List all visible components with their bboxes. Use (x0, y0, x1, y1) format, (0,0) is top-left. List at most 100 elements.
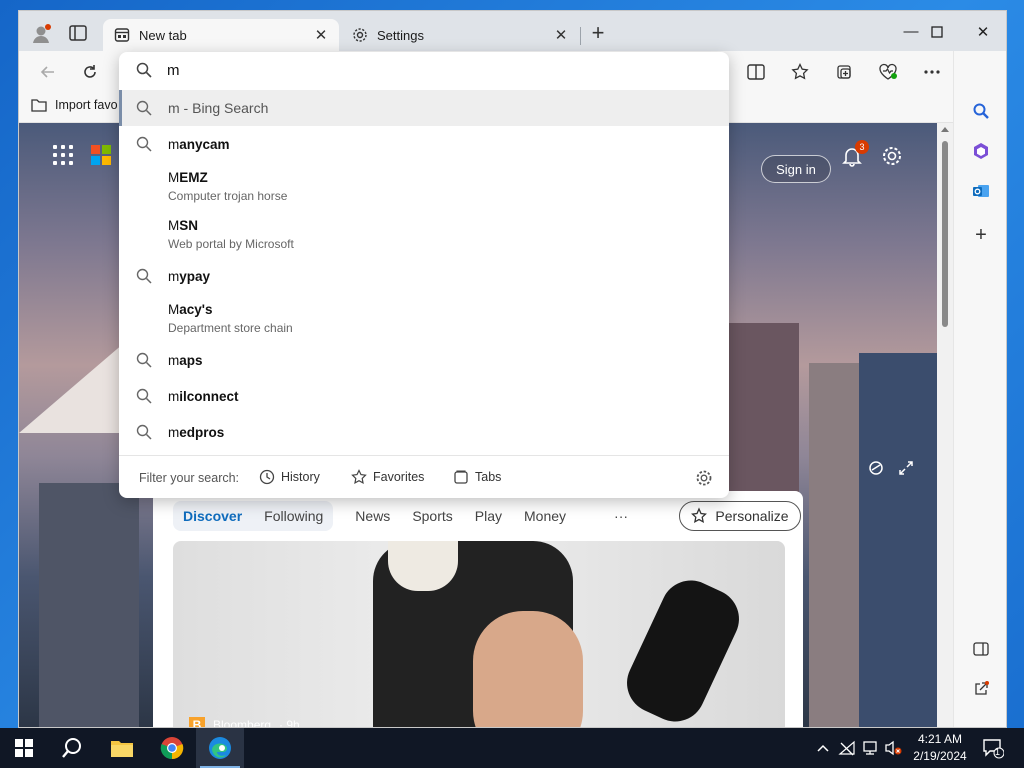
scroll-thumb[interactable] (942, 141, 948, 327)
feed-more-button[interactable]: ··· (614, 508, 628, 524)
close-window-button[interactable]: ✕ (971, 23, 995, 43)
background-image-tools (867, 459, 917, 479)
action-center-notifications-icon[interactable]: 1 (982, 737, 1005, 759)
suggestion-label: MSN (168, 218, 199, 233)
browser-essentials-icon[interactable] (877, 61, 899, 83)
taskbar-clock[interactable]: 4:21 AM 2/19/2024 (906, 731, 974, 765)
favorites-star-icon (351, 469, 367, 485)
visual-search-icon[interactable] (867, 459, 885, 477)
page-scrollbar[interactable] (937, 123, 953, 727)
chrome-button[interactable] (148, 728, 196, 768)
address-input[interactable] (167, 58, 707, 82)
feed-link-play[interactable]: Play (475, 508, 502, 524)
suggestion-item[interactable]: manycam (119, 126, 729, 162)
expand-icon[interactable] (897, 459, 915, 477)
tab-close-icon[interactable]: ✕ (553, 26, 569, 44)
edge-button[interactable] (196, 728, 244, 768)
personalize-label: Personalize (715, 508, 789, 524)
edge-sidebar: + (953, 51, 1006, 727)
suggestion-description: Department store chain (168, 321, 293, 335)
suggestion-label: milconnect (168, 389, 239, 404)
filter-history[interactable]: History (259, 469, 320, 485)
collections-icon[interactable] (833, 61, 855, 83)
feed-navigation: Discover Following News Sports Play Mone… (173, 501, 628, 531)
article-card[interactable]: B Bloomberg · 9h (173, 541, 785, 728)
suggestion-label: mypay (168, 269, 211, 284)
network-monitor-icon[interactable] (862, 738, 880, 758)
suggestion-entity[interactable]: MSN Web portal by Microsoft (119, 210, 729, 258)
new-tab-button[interactable]: + (587, 22, 609, 46)
filter-favorites[interactable]: Favorites (351, 469, 424, 485)
article-source: B Bloomberg · 9h (189, 717, 300, 728)
search-icon (135, 387, 153, 408)
back-arrow-icon[interactable] (37, 61, 59, 83)
volume-muted-icon[interactable] (884, 738, 904, 758)
maximize-button[interactable] (925, 23, 949, 43)
suggestion-item[interactable]: medpros (119, 414, 729, 450)
scroll-up-arrow-icon[interactable] (941, 127, 949, 132)
browser-window: New tab ✕ Settings ✕ + — ✕ Import favo S… (18, 10, 1007, 728)
clock-date: 2/19/2024 (913, 749, 967, 763)
suggestion-item[interactable]: maps (119, 342, 729, 378)
tab-close-icon[interactable]: ✕ (313, 26, 329, 44)
favorites-star-icon[interactable] (789, 61, 811, 83)
notification-count: 1 (995, 747, 1001, 757)
hide-sidebar-icon[interactable] (969, 637, 993, 661)
sparkle-star-icon (691, 507, 708, 524)
feed-link-news[interactable]: News (355, 508, 390, 524)
search-icon[interactable] (969, 99, 993, 123)
edge-icon (209, 737, 231, 759)
page-settings-gear-icon[interactable] (881, 145, 905, 169)
clock-time: 4:21 AM (917, 732, 963, 746)
tab-actions-icon[interactable] (69, 25, 87, 41)
history-clock-icon (259, 469, 275, 485)
suggestion-item[interactable]: milconnect (119, 378, 729, 414)
personalize-button[interactable]: Personalize (679, 501, 801, 531)
suggestion-label: MEMZ (168, 170, 208, 185)
start-button[interactable] (0, 728, 48, 768)
tab-discover[interactable]: Discover (183, 508, 242, 524)
tab-strip: New tab ✕ Settings ✕ + — ✕ (19, 11, 1006, 51)
source-name: Bloomberg (213, 718, 272, 728)
tab-settings[interactable]: Settings ✕ (341, 19, 581, 51)
suggestion-description: Web portal by Microsoft (168, 237, 294, 251)
tab-label: Settings (377, 27, 424, 43)
add-sidebar-app-icon[interactable]: + (969, 223, 993, 247)
suggestion-item[interactable]: mypay (119, 258, 729, 294)
show-hidden-icons-chevron[interactable] (816, 738, 830, 758)
tab-new-tab[interactable]: New tab ✕ (103, 19, 339, 51)
split-screen-icon[interactable] (745, 61, 767, 83)
feed-links: News Sports Play Money (355, 508, 566, 524)
network-disconnected-icon[interactable] (838, 738, 856, 758)
suggestion-bing-search[interactable]: m - Bing Search (119, 90, 729, 126)
search-filter-footer: Filter your search: History Favorites Ta… (119, 455, 729, 498)
taskbar-search-button[interactable] (48, 728, 96, 768)
search-icon (135, 423, 153, 444)
background-building (39, 483, 139, 727)
filter-tabs[interactable]: Tabs (453, 469, 501, 485)
profile-icon[interactable] (31, 23, 53, 45)
windows-taskbar: 4:21 AM 2/19/2024 1 (0, 728, 1024, 768)
windows-logo-icon (15, 739, 33, 757)
apps-launcher-icon[interactable] (53, 145, 73, 165)
feed-link-sports[interactable]: Sports (412, 508, 452, 524)
feed-link-money[interactable]: Money (524, 508, 566, 524)
article-image-glove (617, 570, 749, 727)
external-link-icon[interactable] (969, 677, 993, 701)
office-icon[interactable] (969, 139, 993, 163)
file-explorer-button[interactable] (98, 728, 146, 768)
suggestion-entity[interactable]: MEMZ Computer trojan horse (119, 162, 729, 210)
search-icon (135, 135, 153, 156)
search-icon (135, 99, 153, 120)
more-options-icon[interactable] (921, 61, 943, 83)
search-icon (62, 738, 81, 758)
suggestion-entity[interactable]: Macy's Department store chain (119, 294, 729, 342)
import-favorites-link[interactable]: Import favo (31, 98, 118, 112)
minimize-button[interactable]: — (899, 23, 923, 43)
sign-in-button[interactable]: Sign in (761, 155, 831, 183)
tab-following[interactable]: Following (264, 508, 323, 524)
refresh-icon[interactable] (79, 61, 101, 83)
search-settings-gear-icon[interactable] (695, 469, 713, 490)
news-feed-card: Discover Following News Sports Play Mone… (153, 491, 803, 728)
outlook-icon[interactable] (969, 179, 993, 203)
